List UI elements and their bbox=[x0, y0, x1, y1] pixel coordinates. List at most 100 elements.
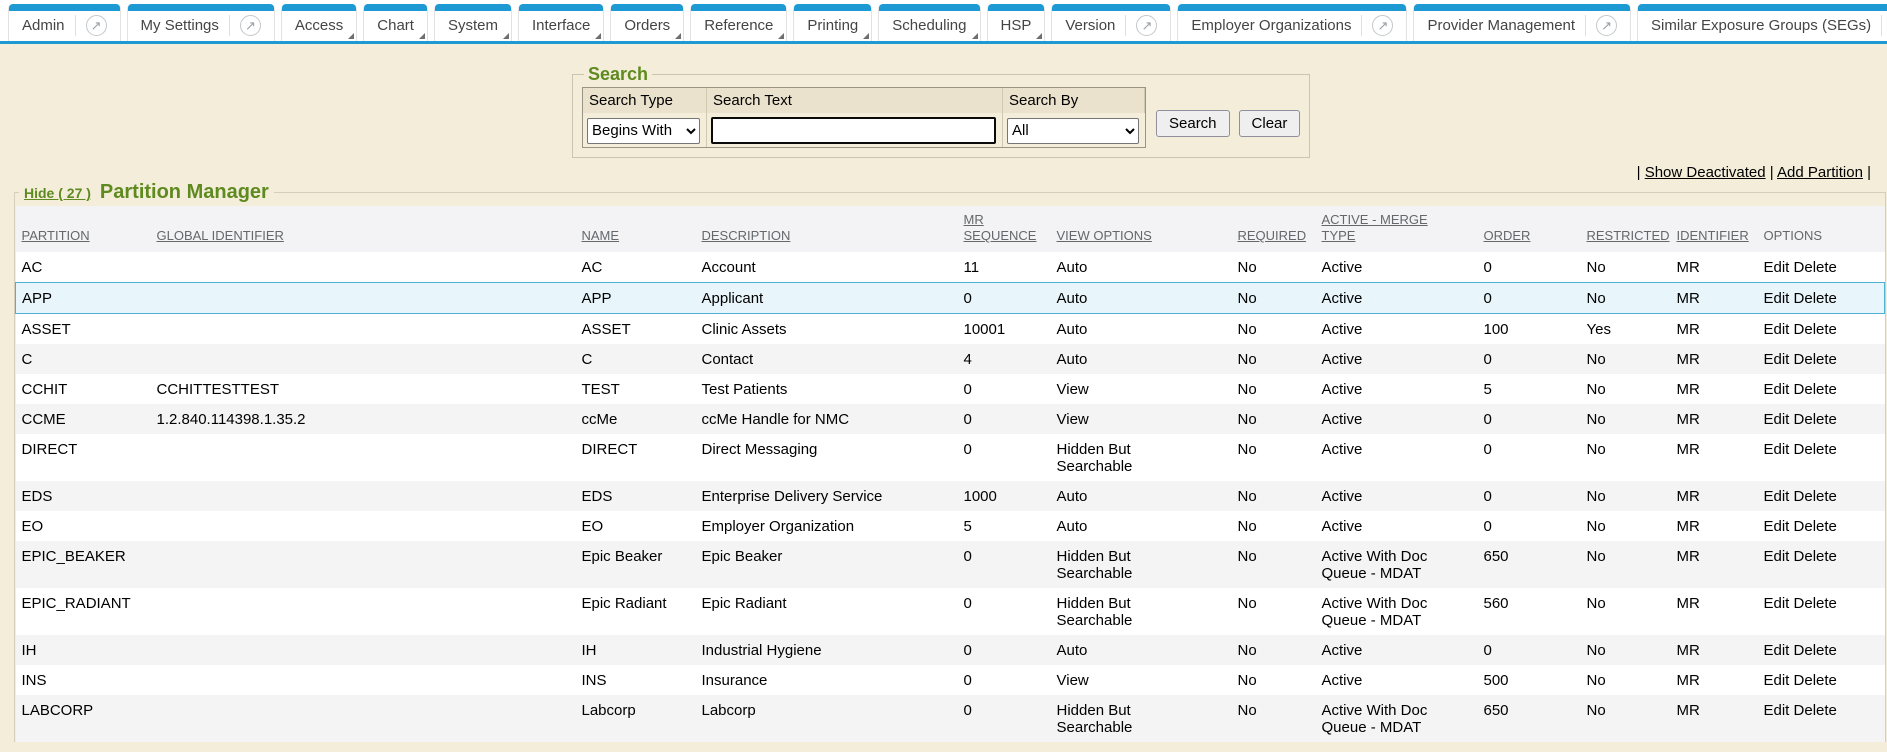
cell-description: Test Patients bbox=[696, 374, 958, 404]
row-delete-link[interactable]: Delete bbox=[1794, 441, 1837, 458]
search-by-select[interactable]: All bbox=[1007, 118, 1139, 144]
row-edit-link[interactable]: Edit bbox=[1764, 672, 1790, 689]
tab-label: Similar Exposure Groups (SEGs) bbox=[1651, 17, 1871, 34]
external-link-icon[interactable]: ↗ bbox=[1596, 15, 1617, 36]
table-row-ccme[interactable]: CCME1.2.840.114398.1.35.2ccMeccMe Handle… bbox=[16, 404, 1885, 434]
cell-required: No bbox=[1232, 374, 1316, 404]
table-row-asset[interactable]: ASSETASSETClinic Assets10001AutoNoActive… bbox=[16, 314, 1885, 345]
search-button[interactable]: Search bbox=[1156, 110, 1230, 137]
cell-identifier: MR bbox=[1671, 481, 1758, 511]
column-header-partition[interactable]: PARTITION bbox=[16, 206, 151, 252]
column-header-active_merge_type[interactable]: ACTIVE - MERGETYPE bbox=[1316, 206, 1478, 252]
cell-partition: EPIC_BEAKER bbox=[16, 541, 151, 588]
cell-global_identifier bbox=[151, 434, 576, 481]
table-row-epic-beaker[interactable]: EPIC_BEAKEREpic BeakerEpic Beaker0Hidden… bbox=[16, 541, 1885, 588]
cell-view_options: Hidden But Searchable bbox=[1051, 434, 1232, 481]
tab-similar-exposure-groups-segs[interactable]: Similar Exposure Groups (SEGs)↗ bbox=[1637, 4, 1887, 41]
cell-mr_sequence: 0 bbox=[958, 374, 1051, 404]
table-row-eds[interactable]: EDSEDSEnterprise Delivery Service1000Aut… bbox=[16, 481, 1885, 511]
tab-orders[interactable]: Orders bbox=[610, 4, 684, 41]
cell-mr_sequence: 0 bbox=[958, 695, 1051, 742]
row-edit-link[interactable]: Edit bbox=[1764, 321, 1790, 338]
row-edit-link[interactable]: Edit bbox=[1764, 411, 1790, 428]
row-edit-link[interactable]: Edit bbox=[1764, 702, 1790, 719]
search-type-select[interactable]: Begins With bbox=[587, 118, 700, 144]
row-edit-link[interactable]: Edit bbox=[1764, 259, 1790, 276]
table-row-eo[interactable]: EOEOEmployer Organization5AutoNoActive0N… bbox=[16, 511, 1885, 541]
row-edit-link[interactable]: Edit bbox=[1764, 381, 1790, 398]
external-link-icon[interactable]: ↗ bbox=[1372, 15, 1393, 36]
column-header-name[interactable]: NAME bbox=[576, 206, 696, 252]
table-row-ac[interactable]: ACACAccount11AutoNoActive0NoMREdit Delet… bbox=[16, 252, 1885, 283]
row-edit-link[interactable]: Edit bbox=[1764, 548, 1790, 565]
cell-order: 100 bbox=[1478, 314, 1581, 345]
table-row-direct[interactable]: DIRECTDIRECTDirect Messaging0Hidden But … bbox=[16, 434, 1885, 481]
tab-access[interactable]: Access bbox=[281, 4, 357, 41]
row-edit-link[interactable]: Edit bbox=[1764, 642, 1790, 659]
tab-system[interactable]: System bbox=[434, 4, 512, 41]
table-row-cchit[interactable]: CCHITCCHITTESTTESTTESTTest Patients0View… bbox=[16, 374, 1885, 404]
table-row-epic-radiant[interactable]: EPIC_RADIANTEpic RadiantEpic Radiant0Hid… bbox=[16, 588, 1885, 635]
row-edit-link[interactable]: Edit bbox=[1764, 441, 1790, 458]
row-delete-link[interactable]: Delete bbox=[1794, 518, 1837, 535]
row-delete-link[interactable]: Delete bbox=[1794, 595, 1837, 612]
row-edit-link[interactable]: Edit bbox=[1764, 290, 1790, 307]
table-row-app[interactable]: APPAPPApplicant0AutoNoActive0NoMREdit De… bbox=[16, 283, 1885, 314]
column-header-description[interactable]: DESCRIPTION bbox=[696, 206, 958, 252]
row-delete-link[interactable]: Delete bbox=[1794, 290, 1837, 307]
tab-hsp[interactable]: HSP bbox=[987, 4, 1046, 41]
table-row-ins[interactable]: INSINSInsurance0ViewNoActive500NoMREdit … bbox=[16, 665, 1885, 695]
row-delete-link[interactable]: Delete bbox=[1794, 381, 1837, 398]
row-delete-link[interactable]: Delete bbox=[1794, 488, 1837, 505]
row-delete-link[interactable]: Delete bbox=[1794, 702, 1837, 719]
tab-version[interactable]: Version↗ bbox=[1051, 4, 1171, 41]
search-panel: Search Search Type Search Text Search By… bbox=[572, 64, 1310, 158]
column-header-required[interactable]: REQUIRED bbox=[1232, 206, 1316, 252]
cell-restricted: No bbox=[1581, 665, 1671, 695]
table-row-c[interactable]: CCContact4AutoNoActive0NoMREdit Delete bbox=[16, 344, 1885, 374]
show-deactivated-link[interactable]: Show Deactivated bbox=[1645, 164, 1766, 181]
external-link-icon[interactable]: ↗ bbox=[240, 15, 261, 36]
search-text-input[interactable] bbox=[711, 117, 996, 144]
table-row-labcorp[interactable]: LABCORPLabcorpLabcorp0Hidden But Searcha… bbox=[16, 695, 1885, 742]
tab-label: System bbox=[448, 17, 498, 34]
menu-corner-icon bbox=[503, 33, 509, 39]
add-partition-link[interactable]: Add Partition bbox=[1777, 164, 1863, 181]
column-header-restricted[interactable]: RESTRICTED bbox=[1581, 206, 1671, 252]
column-header-view_options[interactable]: VIEW OPTIONS bbox=[1051, 206, 1232, 252]
row-delete-link[interactable]: Delete bbox=[1794, 351, 1837, 368]
external-link-icon[interactable]: ↗ bbox=[86, 15, 107, 36]
tab-my-settings[interactable]: My Settings↗ bbox=[127, 4, 275, 41]
tab-employer-organizations[interactable]: Employer Organizations↗ bbox=[1177, 4, 1407, 41]
tab-reference[interactable]: Reference bbox=[690, 4, 787, 41]
row-edit-link[interactable]: Edit bbox=[1764, 351, 1790, 368]
tab-admin[interactable]: Admin↗ bbox=[8, 4, 121, 41]
tab-chart[interactable]: Chart bbox=[363, 4, 428, 41]
cell-name: INS bbox=[576, 665, 696, 695]
tab-provider-management[interactable]: Provider Management↗ bbox=[1413, 4, 1631, 41]
column-header-global_identifier[interactable]: GLOBAL IDENTIFIER bbox=[151, 206, 576, 252]
table-row-ih[interactable]: IHIHIndustrial Hygiene0AutoNoActive0NoMR… bbox=[16, 635, 1885, 665]
hide-toggle-link[interactable]: Hide ( 27 ) bbox=[24, 185, 91, 201]
cell-required: No bbox=[1232, 588, 1316, 635]
tab-scheduling[interactable]: Scheduling bbox=[878, 4, 980, 41]
row-delete-link[interactable]: Delete bbox=[1794, 672, 1837, 689]
row-delete-link[interactable]: Delete bbox=[1794, 259, 1837, 276]
cell-mr_sequence: 1000 bbox=[958, 481, 1051, 511]
row-delete-link[interactable]: Delete bbox=[1794, 411, 1837, 428]
column-header-order[interactable]: ORDER bbox=[1478, 206, 1581, 252]
cell-partition: APP bbox=[16, 283, 151, 314]
row-delete-link[interactable]: Delete bbox=[1794, 548, 1837, 565]
tab-printing[interactable]: Printing bbox=[793, 4, 872, 41]
external-link-icon[interactable]: ↗ bbox=[1136, 15, 1157, 36]
row-delete-link[interactable]: Delete bbox=[1794, 642, 1837, 659]
tab-interface[interactable]: Interface bbox=[518, 4, 604, 41]
column-header-mr_sequence[interactable]: MRSEQUENCE bbox=[958, 206, 1051, 252]
cell-active_merge_type: Active bbox=[1316, 314, 1478, 345]
row-delete-link[interactable]: Delete bbox=[1794, 321, 1837, 338]
row-edit-link[interactable]: Edit bbox=[1764, 518, 1790, 535]
clear-button[interactable]: Clear bbox=[1239, 110, 1301, 137]
column-header-identifier[interactable]: IDENTIFIER bbox=[1671, 206, 1758, 252]
row-edit-link[interactable]: Edit bbox=[1764, 488, 1790, 505]
row-edit-link[interactable]: Edit bbox=[1764, 595, 1790, 612]
